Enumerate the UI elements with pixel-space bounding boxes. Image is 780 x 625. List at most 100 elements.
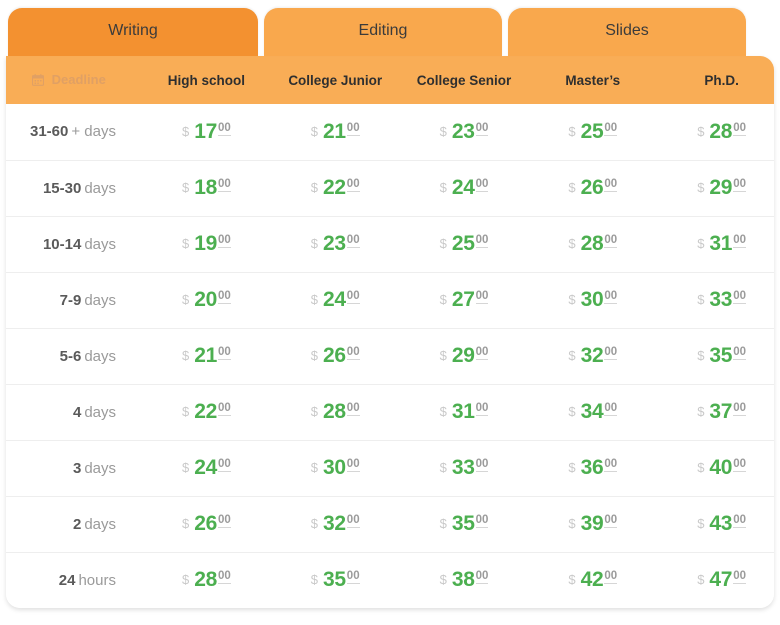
price-cell: $3100 [400,384,529,440]
currency-symbol: $ [568,516,576,531]
price-cents: 00 [733,234,746,248]
deadline-value: 3 [72,459,82,477]
tab-editing[interactable]: Editing [264,8,502,56]
price-cents: 00 [218,178,231,192]
currency-symbol: $ [182,236,190,251]
column-header-college-senior-label: College Senior [416,72,512,88]
price: $3700 [697,400,746,424]
price-cents: 00 [604,178,618,192]
price: $2000 [182,288,231,312]
price-cents: 00 [604,290,618,304]
price: $2600 [568,176,618,200]
price-amount: 35 [323,568,346,592]
price-cell: $4300 [657,496,774,552]
tab-writing[interactable]: Writing [8,8,258,56]
price-cell: $3500 [400,496,529,552]
header-row: Deadline High school College Junior Coll… [6,56,774,104]
price: $1700 [182,120,231,144]
price-cell: $2800 [142,552,271,608]
price-cell: $4200 [528,552,657,608]
tab-slides[interactable]: Slides [508,8,746,56]
table-row: 7-9 days $2000 $2400 $2700 $3000 $3300 [6,272,774,328]
price-cents: 00 [346,234,360,248]
currency-symbol: $ [310,348,319,363]
price-amount: 36 [580,456,604,479]
price-cents: 00 [346,402,360,416]
currency-symbol: $ [182,404,190,419]
price-cell: $2900 [400,328,529,384]
price-amount: 25 [580,119,604,143]
currency-symbol: $ [568,348,576,363]
price-amount: 28 [194,568,217,592]
price-amount: 38 [451,568,475,592]
price-cents: 00 [604,514,618,528]
price-amount: 31 [709,232,733,255]
column-header-deadline: Deadline [6,56,142,104]
price-cents: 00 [218,402,231,416]
price: $3500 [440,512,489,536]
currency-symbol: $ [697,572,705,588]
price-cell: $2300 [400,104,529,160]
deadline-unit: days [84,235,116,253]
price-amount: 43 [709,512,733,535]
currency-symbol: $ [568,236,576,251]
price-cell: $3100 [657,216,774,272]
price-amount: 28 [323,400,346,423]
price: $4000 [697,456,746,480]
price: $3800 [440,568,489,592]
price: $2400 [182,456,231,480]
price-amount: 35 [709,344,733,367]
currency-symbol: $ [182,572,190,588]
currency-symbol: $ [568,460,576,475]
column-header-phd: Ph.D. [657,56,774,104]
column-header-masters: Master’s [528,56,657,104]
price-cell: $2200 [142,384,271,440]
price-amount: 32 [580,344,604,367]
price: $1900 [182,232,231,256]
deadline-cell: 31-60 + days [6,104,142,160]
price-amount: 40 [709,456,733,479]
tab-writing-label: Writing [108,22,158,39]
price-cell: $2600 [271,328,400,384]
price-amount: 23 [451,119,475,143]
price-amount: 26 [580,176,604,199]
currency-symbol: $ [439,572,447,588]
price-cell: $2400 [142,440,271,496]
price-amount: 19 [194,232,217,255]
price-cents: 00 [604,458,618,472]
price-cents: 00 [475,458,489,472]
price: $2700 [440,288,489,312]
price-cents: 00 [218,458,231,472]
price-cents: 00 [346,570,360,585]
price: $2800 [697,120,746,144]
price-cents: 00 [475,121,489,136]
price-amount: 34 [580,400,604,423]
price-cents: 00 [475,290,489,304]
price-cell: $3900 [528,496,657,552]
price-cents: 00 [346,178,360,192]
currency-symbol: $ [439,516,447,531]
tab-slides-label: Slides [605,22,649,39]
price-cell: $2900 [657,160,774,216]
price-amount: 28 [709,119,733,143]
currency-symbol: $ [439,180,447,195]
price-cents: 00 [733,570,746,585]
calendar-icon [31,73,45,89]
price-cents: 00 [475,346,489,360]
price-amount: 20 [194,288,217,311]
currency-symbol: $ [568,572,576,588]
price-cell: $3400 [528,384,657,440]
price: $3300 [440,456,489,480]
price: $4300 [697,512,746,536]
price-cell: $2800 [528,216,657,272]
price-cell: $3000 [271,440,400,496]
price-cell: $3500 [657,328,774,384]
price-amount: 22 [194,400,217,423]
price: $2200 [311,176,360,200]
currency-symbol: $ [439,236,447,251]
deadline-value: 24 [58,571,76,589]
deadline-unit: days [84,347,116,365]
currency-symbol: $ [697,348,705,363]
deadline-unit: days [84,515,116,533]
price-cents: 00 [475,234,489,248]
